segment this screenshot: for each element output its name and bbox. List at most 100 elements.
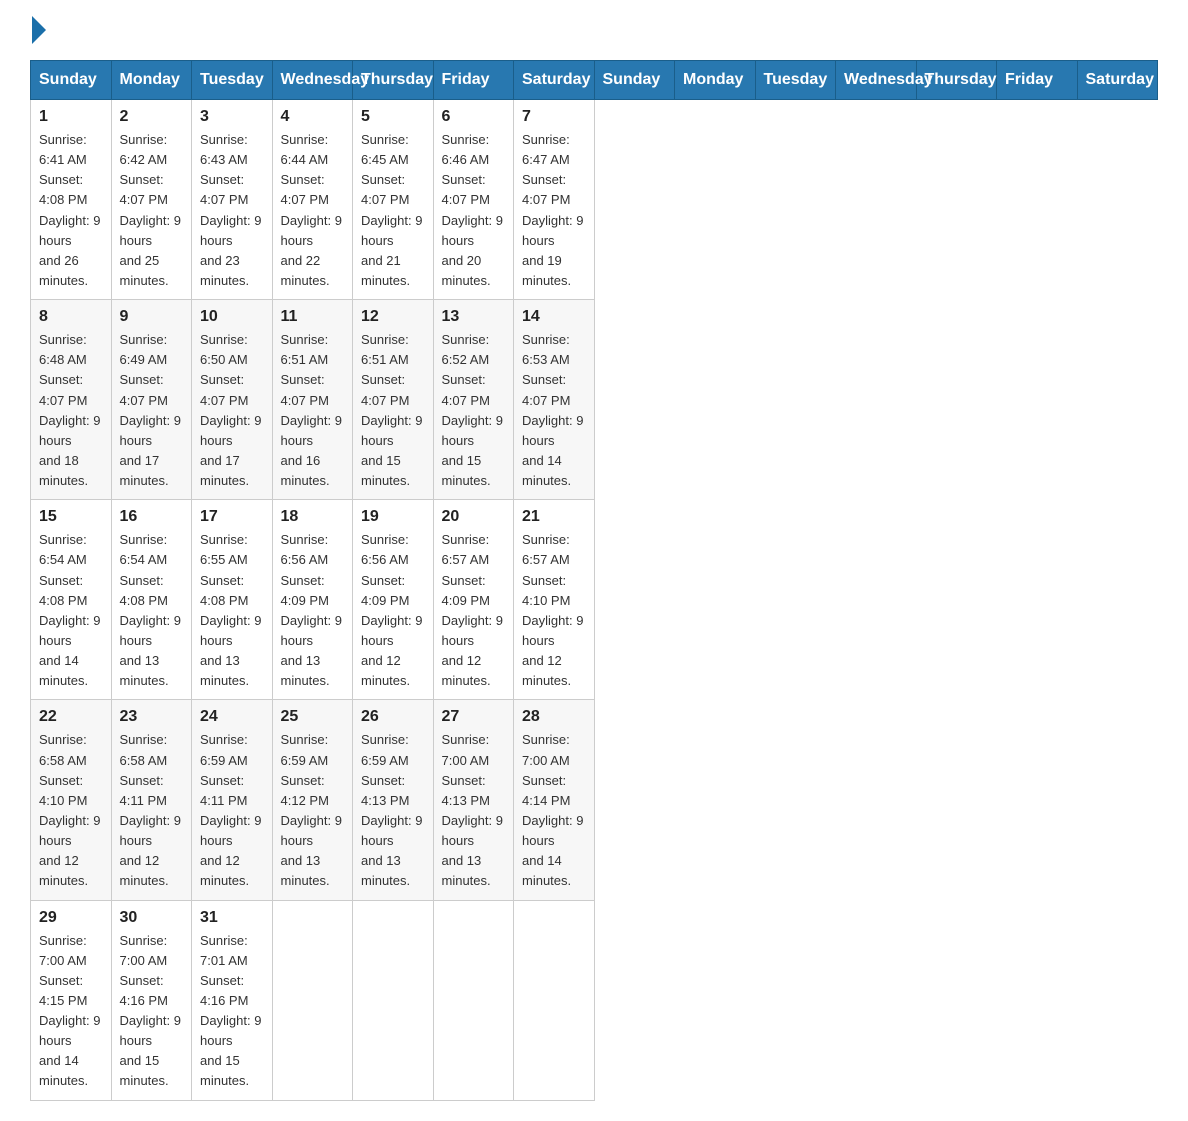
day-info: Sunrise: 6:47 AMSunset: 4:07 PMDaylight:…: [522, 130, 586, 291]
calendar-cell: 2Sunrise: 6:42 AMSunset: 4:07 PMDaylight…: [111, 100, 192, 300]
day-number: 12: [361, 308, 425, 326]
day-info: Sunrise: 6:41 AMSunset: 4:08 PMDaylight:…: [39, 130, 103, 291]
day-info: Sunrise: 6:54 AMSunset: 4:08 PMDaylight:…: [120, 530, 184, 691]
day-number: 4: [281, 108, 345, 126]
calendar-week-row: 29Sunrise: 7:00 AMSunset: 4:15 PMDayligh…: [31, 900, 1158, 1100]
calendar-week-row: 8 Sunrise: 6:48 AMSunset: 4:07 PMDaylight…: [31, 300, 1158, 500]
day-header-friday: Friday: [433, 61, 514, 100]
calendar-cell: 18 Sunrise: 6:56 AMSunset: 4:09 PMDayligh…: [272, 500, 353, 700]
day-number: 19: [361, 508, 425, 526]
day-number: 14: [522, 308, 586, 326]
day-info: Sunrise: 6:53 AMSunset: 4:07 PMDaylight:…: [522, 330, 586, 491]
day-number: 25: [281, 708, 345, 726]
day-info: Sunrise: 6:59 AMSunset: 4:13 PMDaylight:…: [361, 730, 425, 891]
calendar-cell: 20 Sunrise: 6:57 AMSunset: 4:09 PMDayligh…: [433, 500, 514, 700]
day-header-wednesday: Wednesday: [836, 61, 917, 100]
calendar-cell: 27 Sunrise: 7:00 AMSunset: 4:13 PMDayligh…: [433, 700, 514, 900]
calendar-cell: 22 Sunrise: 6:58 AMSunset: 4:10 PMDayligh…: [31, 700, 112, 900]
day-info: Sunrise: 6:43 AMSunset: 4:07 PMDaylight:…: [200, 130, 264, 291]
calendar-cell: 1 Sunrise: 6:41 AMSunset: 4:08 PMDaylight…: [31, 100, 112, 300]
day-header-sunday: Sunday: [594, 61, 675, 100]
day-number: 13: [442, 308, 506, 326]
calendar-week-row: 22 Sunrise: 6:58 AMSunset: 4:10 PMDayligh…: [31, 700, 1158, 900]
calendar-cell: 24 Sunrise: 6:59 AMSunset: 4:11 PMDayligh…: [192, 700, 273, 900]
day-number: 6: [442, 108, 506, 126]
day-number: 24: [200, 708, 264, 726]
page-header: [30, 20, 1158, 40]
day-info: Sunrise: 6:58 AMSunset: 4:10 PMDaylight:…: [39, 730, 103, 891]
day-info: Sunrise: 6:54 AMSunset: 4:08 PMDaylight:…: [39, 530, 103, 691]
day-info: Sunrise: 6:55 AMSunset: 4:08 PMDaylight:…: [200, 530, 264, 691]
calendar-cell: 8 Sunrise: 6:48 AMSunset: 4:07 PMDaylight…: [31, 300, 112, 500]
day-number: 17: [200, 508, 264, 526]
day-number: 22: [39, 708, 103, 726]
day-info: Sunrise: 6:58 AMSunset: 4:11 PMDaylight:…: [120, 730, 184, 891]
day-number: 27: [442, 708, 506, 726]
calendar-cell: 31Sunrise: 7:01 AMSunset: 4:16 PMDayligh…: [192, 900, 273, 1100]
day-number: 15: [39, 508, 103, 526]
calendar-cell: 7 Sunrise: 6:47 AMSunset: 4:07 PMDaylight…: [514, 100, 595, 300]
day-header-saturday: Saturday: [1077, 61, 1158, 100]
day-number: 7: [522, 108, 586, 126]
day-info: Sunrise: 6:45 AMSunset: 4:07 PMDaylight:…: [361, 130, 425, 291]
day-header-thursday: Thursday: [353, 61, 434, 100]
day-number: 20: [442, 508, 506, 526]
day-info: Sunrise: 7:00 AMSunset: 4:14 PMDaylight:…: [522, 730, 586, 891]
day-number: 26: [361, 708, 425, 726]
calendar-cell: 10Sunrise: 6:50 AMSunset: 4:07 PMDayligh…: [192, 300, 273, 500]
calendar-cell: 5 Sunrise: 6:45 AMSunset: 4:07 PMDaylight…: [353, 100, 434, 300]
day-info: Sunrise: 6:49 AMSunset: 4:07 PMDaylight:…: [120, 330, 184, 491]
day-header-thursday: Thursday: [916, 61, 997, 100]
day-number: 9: [120, 308, 184, 326]
calendar-cell: 3Sunrise: 6:43 AMSunset: 4:07 PMDaylight…: [192, 100, 273, 300]
day-info: Sunrise: 7:00 AMSunset: 4:13 PMDaylight:…: [442, 730, 506, 891]
calendar-cell: 17 Sunrise: 6:55 AMSunset: 4:08 PMDayligh…: [192, 500, 273, 700]
day-header-sunday: Sunday: [31, 61, 112, 100]
calendar-cell: [433, 900, 514, 1100]
calendar-cell: 29Sunrise: 7:00 AMSunset: 4:15 PMDayligh…: [31, 900, 112, 1100]
calendar-cell: 12 Sunrise: 6:51 AMSunset: 4:07 PMDayligh…: [353, 300, 434, 500]
logo: [30, 20, 46, 40]
day-info: Sunrise: 6:59 AMSunset: 4:11 PMDaylight:…: [200, 730, 264, 891]
logo-arrow-icon: [32, 16, 46, 44]
calendar-cell: 6 Sunrise: 6:46 AMSunset: 4:07 PMDaylight…: [433, 100, 514, 300]
day-header-wednesday: Wednesday: [272, 61, 353, 100]
day-number: 5: [361, 108, 425, 126]
day-info: Sunrise: 6:56 AMSunset: 4:09 PMDaylight:…: [281, 530, 345, 691]
day-info: Sunrise: 6:46 AMSunset: 4:07 PMDaylight:…: [442, 130, 506, 291]
calendar-cell: 25Sunrise: 6:59 AMSunset: 4:12 PMDayligh…: [272, 700, 353, 900]
calendar-cell: 9 Sunrise: 6:49 AMSunset: 4:07 PMDaylight…: [111, 300, 192, 500]
day-header-tuesday: Tuesday: [755, 61, 836, 100]
calendar-cell: 28 Sunrise: 7:00 AMSunset: 4:14 PMDayligh…: [514, 700, 595, 900]
day-info: Sunrise: 6:51 AMSunset: 4:07 PMDaylight:…: [361, 330, 425, 491]
day-number: 18: [281, 508, 345, 526]
calendar-cell: 15 Sunrise: 6:54 AMSunset: 4:08 PMDayligh…: [31, 500, 112, 700]
day-info: Sunrise: 6:52 AMSunset: 4:07 PMDaylight:…: [442, 330, 506, 491]
calendar-cell: 19 Sunrise: 6:56 AMSunset: 4:09 PMDayligh…: [353, 500, 434, 700]
calendar-cell: 21Sunrise: 6:57 AMSunset: 4:10 PMDayligh…: [514, 500, 595, 700]
day-info: Sunrise: 6:44 AMSunset: 4:07 PMDaylight:…: [281, 130, 345, 291]
calendar-cell: 23 Sunrise: 6:58 AMSunset: 4:11 PMDayligh…: [111, 700, 192, 900]
day-number: 16: [120, 508, 184, 526]
calendar-cell: [272, 900, 353, 1100]
day-info: Sunrise: 7:01 AMSunset: 4:16 PMDaylight:…: [200, 931, 264, 1092]
day-info: Sunrise: 6:48 AMSunset: 4:07 PMDaylight:…: [39, 330, 103, 491]
day-info: Sunrise: 6:56 AMSunset: 4:09 PMDaylight:…: [361, 530, 425, 691]
day-info: Sunrise: 6:51 AMSunset: 4:07 PMDaylight:…: [281, 330, 345, 491]
day-header-saturday: Saturday: [514, 61, 595, 100]
calendar-cell: 26 Sunrise: 6:59 AMSunset: 4:13 PMDayligh…: [353, 700, 434, 900]
calendar-cell: 16 Sunrise: 6:54 AMSunset: 4:08 PMDayligh…: [111, 500, 192, 700]
day-header-friday: Friday: [997, 61, 1078, 100]
day-header-monday: Monday: [675, 61, 756, 100]
day-info: Sunrise: 7:00 AMSunset: 4:15 PMDaylight:…: [39, 931, 103, 1092]
day-number: 23: [120, 708, 184, 726]
calendar-cell: 11Sunrise: 6:51 AMSunset: 4:07 PMDayligh…: [272, 300, 353, 500]
day-info: Sunrise: 6:57 AMSunset: 4:09 PMDaylight:…: [442, 530, 506, 691]
day-header-monday: Monday: [111, 61, 192, 100]
day-number: 2: [120, 108, 184, 126]
day-number: 28: [522, 708, 586, 726]
calendar-week-row: 1 Sunrise: 6:41 AMSunset: 4:08 PMDaylight…: [31, 100, 1158, 300]
day-number: 1: [39, 108, 103, 126]
day-number: 21: [522, 508, 586, 526]
day-number: 8: [39, 308, 103, 326]
